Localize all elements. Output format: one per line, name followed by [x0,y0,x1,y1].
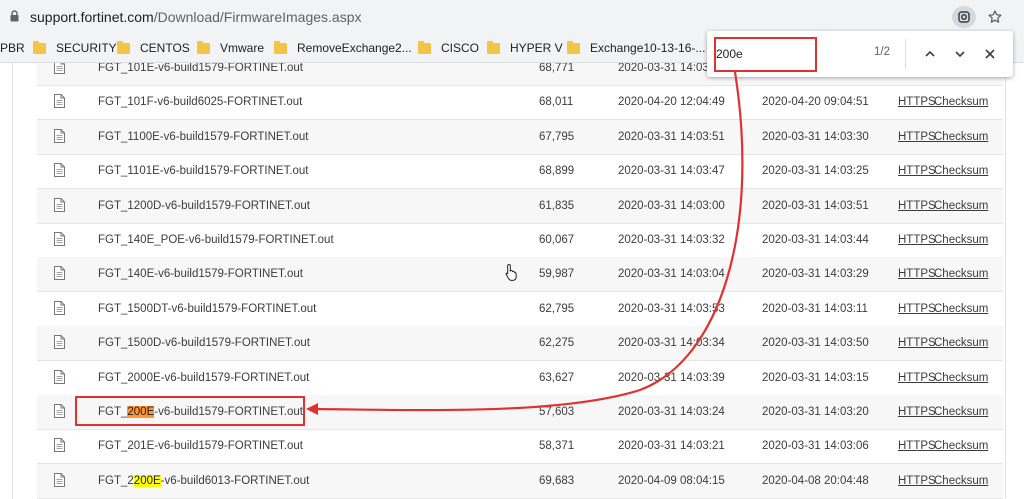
annotation-arrow [306,71,744,415]
hand-cursor-icon [505,263,517,281]
